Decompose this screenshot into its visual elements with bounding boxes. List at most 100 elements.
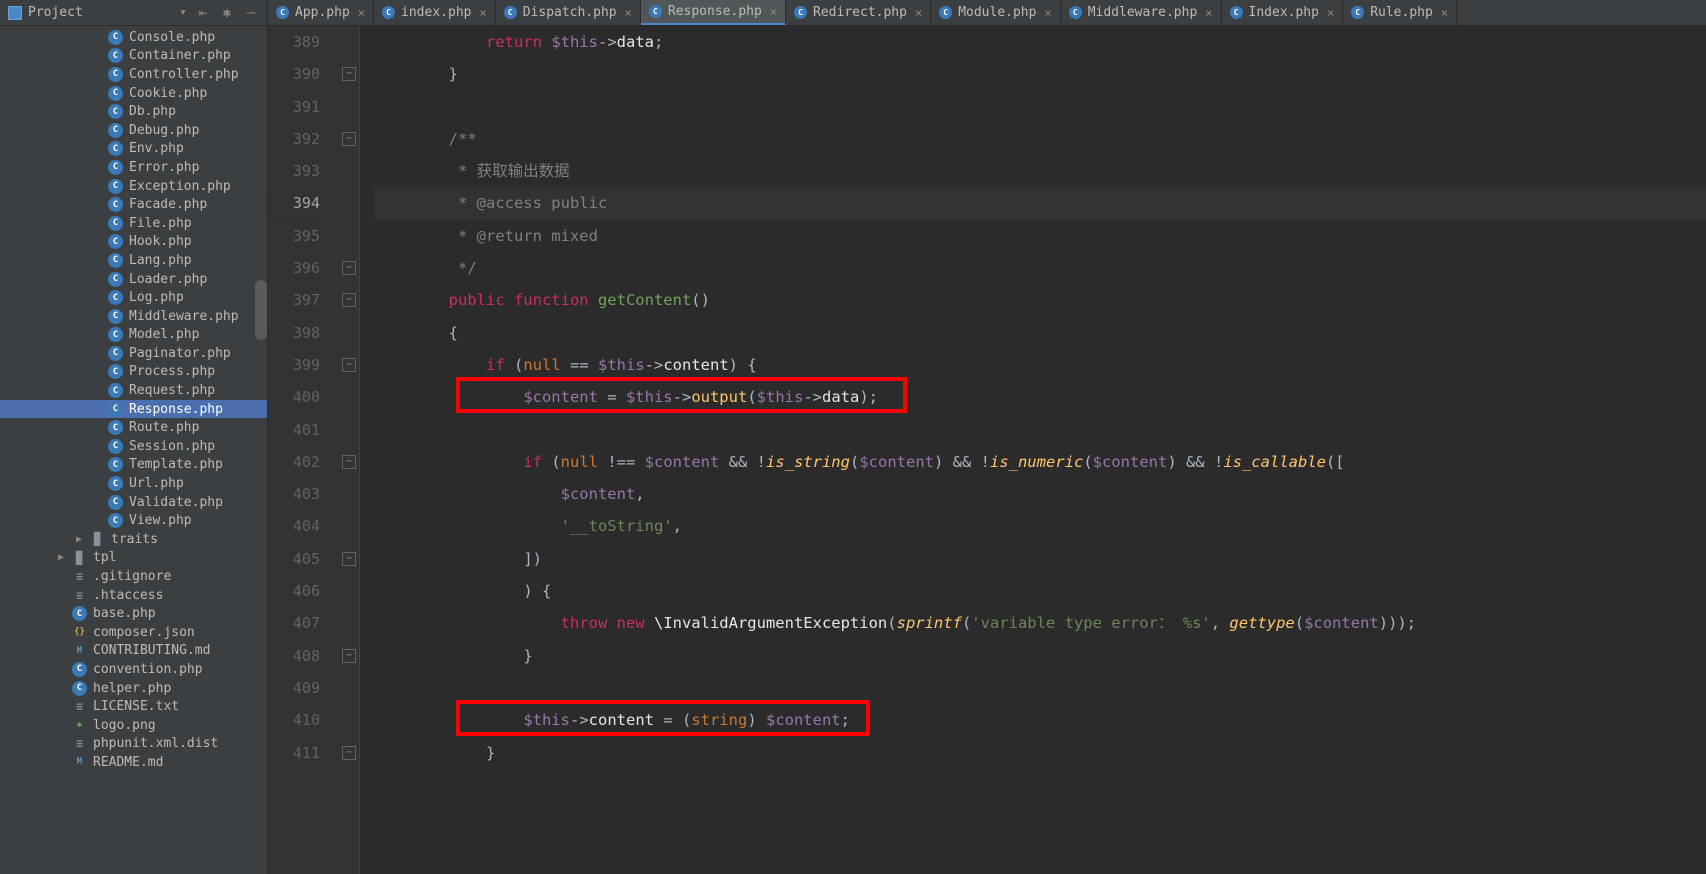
tree-item-middleware-php[interactable]: CMiddleware.php	[0, 307, 267, 326]
code-line-390[interactable]: }	[374, 58, 1706, 90]
code-line-404[interactable]: '__toString',	[374, 510, 1706, 542]
tree-item-exception-php[interactable]: CException.php	[0, 177, 267, 196]
close-icon[interactable]: ×	[1441, 6, 1448, 20]
tree-item-log-php[interactable]: CLog.php	[0, 288, 267, 307]
tree-item-route-php[interactable]: CRoute.php	[0, 418, 267, 437]
tree-item-db-php[interactable]: CDb.php	[0, 102, 267, 121]
sidebar-title[interactable]: Project	[28, 5, 175, 20]
tab-index-php[interactable]: Cindex.php×	[374, 0, 496, 25]
tree-item-env-php[interactable]: CEnv.php	[0, 140, 267, 159]
close-icon[interactable]: ×	[479, 6, 486, 20]
fold-column[interactable]: − − − − − − − − −	[340, 26, 360, 874]
tree-item--gitignore[interactable]: ≡.gitignore	[0, 567, 267, 586]
tree-item-response-php[interactable]: CResponse.php	[0, 400, 267, 419]
tree-item-session-php[interactable]: CSession.php	[0, 437, 267, 456]
tree-item-cookie-php[interactable]: CCookie.php	[0, 84, 267, 103]
tab-middleware-php[interactable]: CMiddleware.php×	[1061, 0, 1222, 25]
tab-app-php[interactable]: CApp.php×	[268, 0, 374, 25]
code-line-408[interactable]: }	[374, 640, 1706, 672]
tree-item-license-txt[interactable]: ≡LICENSE.txt	[0, 697, 267, 716]
close-icon[interactable]: ×	[1205, 6, 1212, 20]
tree-item-tpl[interactable]: ▶▉tpl	[0, 549, 267, 568]
code-line-411[interactable]: }	[374, 737, 1706, 769]
code-line-400[interactable]: $content = $this->output($this->data);	[374, 381, 1706, 413]
gear-icon[interactable]: ✱	[219, 5, 235, 21]
code-line-399[interactable]: if (null == $this->content) {	[374, 349, 1706, 381]
close-icon[interactable]: ×	[1044, 6, 1051, 20]
tree-item-process-php[interactable]: CProcess.php	[0, 363, 267, 382]
tab-dispatch-php[interactable]: CDispatch.php×	[496, 0, 641, 25]
tree-item-facade-php[interactable]: CFacade.php	[0, 195, 267, 214]
close-icon[interactable]: ×	[625, 6, 632, 20]
code-line-391[interactable]	[374, 91, 1706, 123]
tab-module-php[interactable]: CModule.php×	[931, 0, 1061, 25]
code-line-389[interactable]: return $this->data;	[374, 26, 1706, 58]
fold-toggle-icon[interactable]: −	[342, 455, 356, 469]
tab-index-php[interactable]: CIndex.php×	[1222, 0, 1344, 25]
project-tree[interactable]: CConsole.phpCContainer.phpCController.ph…	[0, 26, 267, 874]
tree-item-validate-php[interactable]: CValidate.php	[0, 493, 267, 512]
code-line-409[interactable]	[374, 672, 1706, 704]
minimize-icon[interactable]: —	[243, 5, 259, 21]
tree-item-file-php[interactable]: CFile.php	[0, 214, 267, 233]
fold-toggle-icon[interactable]: −	[342, 67, 356, 81]
code-line-398[interactable]: {	[374, 317, 1706, 349]
tree-item-view-php[interactable]: CView.php	[0, 511, 267, 530]
tree-item-phpunit-xml-dist[interactable]: ≡phpunit.xml.dist	[0, 735, 267, 754]
code-line-401[interactable]	[374, 414, 1706, 446]
collapse-icon[interactable]: ⇤	[195, 5, 211, 21]
tree-item-url-php[interactable]: CUrl.php	[0, 474, 267, 493]
tree-item-paginator-php[interactable]: CPaginator.php	[0, 344, 267, 363]
expand-arrow-icon[interactable]: ▶	[58, 552, 70, 563]
code-line-406[interactable]: ) {	[374, 575, 1706, 607]
fold-toggle-icon[interactable]: −	[342, 132, 356, 146]
close-icon[interactable]: ×	[1327, 6, 1334, 20]
tree-item-console-php[interactable]: CConsole.php	[0, 28, 267, 47]
tree-item-traits[interactable]: ▶▉traits	[0, 530, 267, 549]
tree-item-lang-php[interactable]: CLang.php	[0, 251, 267, 270]
tree-item-convention-php[interactable]: Cconvention.php	[0, 660, 267, 679]
close-icon[interactable]: ×	[770, 5, 777, 19]
tree-item-debug-php[interactable]: CDebug.php	[0, 121, 267, 140]
tree-item-readme-md[interactable]: MREADME.md	[0, 753, 267, 772]
tree-item-loader-php[interactable]: CLoader.php	[0, 270, 267, 289]
code-line-395[interactable]: * @return mixed	[374, 220, 1706, 252]
code-line-403[interactable]: $content,	[374, 478, 1706, 510]
tab-redirect-php[interactable]: CRedirect.php×	[786, 0, 931, 25]
code-line-393[interactable]: * 获取输出数据	[374, 155, 1706, 187]
fold-toggle-icon[interactable]: −	[342, 649, 356, 663]
tree-item-template-php[interactable]: CTemplate.php	[0, 456, 267, 475]
tree-item-helper-php[interactable]: Chelper.php	[0, 679, 267, 698]
tree-item--htaccess[interactable]: ≡.htaccess	[0, 586, 267, 605]
tree-item-container-php[interactable]: CContainer.php	[0, 47, 267, 66]
tree-item-hook-php[interactable]: CHook.php	[0, 233, 267, 252]
close-icon[interactable]: ×	[358, 6, 365, 20]
fold-toggle-icon[interactable]: −	[342, 552, 356, 566]
close-icon[interactable]: ×	[915, 6, 922, 20]
code-line-392[interactable]: /**	[374, 123, 1706, 155]
fold-toggle-icon[interactable]: −	[342, 293, 356, 307]
tree-item-contributing-md[interactable]: MCONTRIBUTING.md	[0, 642, 267, 661]
code-line-402[interactable]: if (null !== $content && !is_string($con…	[374, 446, 1706, 478]
code-line-410[interactable]: $this->content = (string) $content;	[374, 704, 1706, 736]
code-line-396[interactable]: */	[374, 252, 1706, 284]
code-line-397[interactable]: public function getContent()	[374, 284, 1706, 316]
code-line-394[interactable]: * @access public	[374, 187, 1706, 219]
fold-toggle-icon[interactable]: −	[342, 261, 356, 275]
code-line-405[interactable]: ])	[374, 543, 1706, 575]
fold-toggle-icon[interactable]: −	[342, 746, 356, 760]
tree-item-composer-json[interactable]: {}composer.json	[0, 623, 267, 642]
code-editor[interactable]: 3893903913923933943953963973983994004014…	[268, 26, 1706, 874]
fold-toggle-icon[interactable]: −	[342, 358, 356, 372]
tab-rule-php[interactable]: CRule.php×	[1343, 0, 1457, 25]
expand-arrow-icon[interactable]: ▶	[76, 534, 88, 545]
tree-item-base-php[interactable]: Cbase.php	[0, 604, 267, 623]
tree-item-model-php[interactable]: CModel.php	[0, 326, 267, 345]
dropdown-arrow-icon[interactable]: ▾	[179, 5, 187, 20]
sidebar-scrollbar[interactable]	[255, 280, 267, 340]
tab-response-php[interactable]: CResponse.php×	[641, 0, 786, 25]
code-content[interactable]: return $this->data; } /** * 获取输出数据 * @ac…	[360, 26, 1706, 874]
tree-item-request-php[interactable]: CRequest.php	[0, 381, 267, 400]
tree-item-error-php[interactable]: CError.php	[0, 158, 267, 177]
tree-item-controller-php[interactable]: CController.php	[0, 65, 267, 84]
